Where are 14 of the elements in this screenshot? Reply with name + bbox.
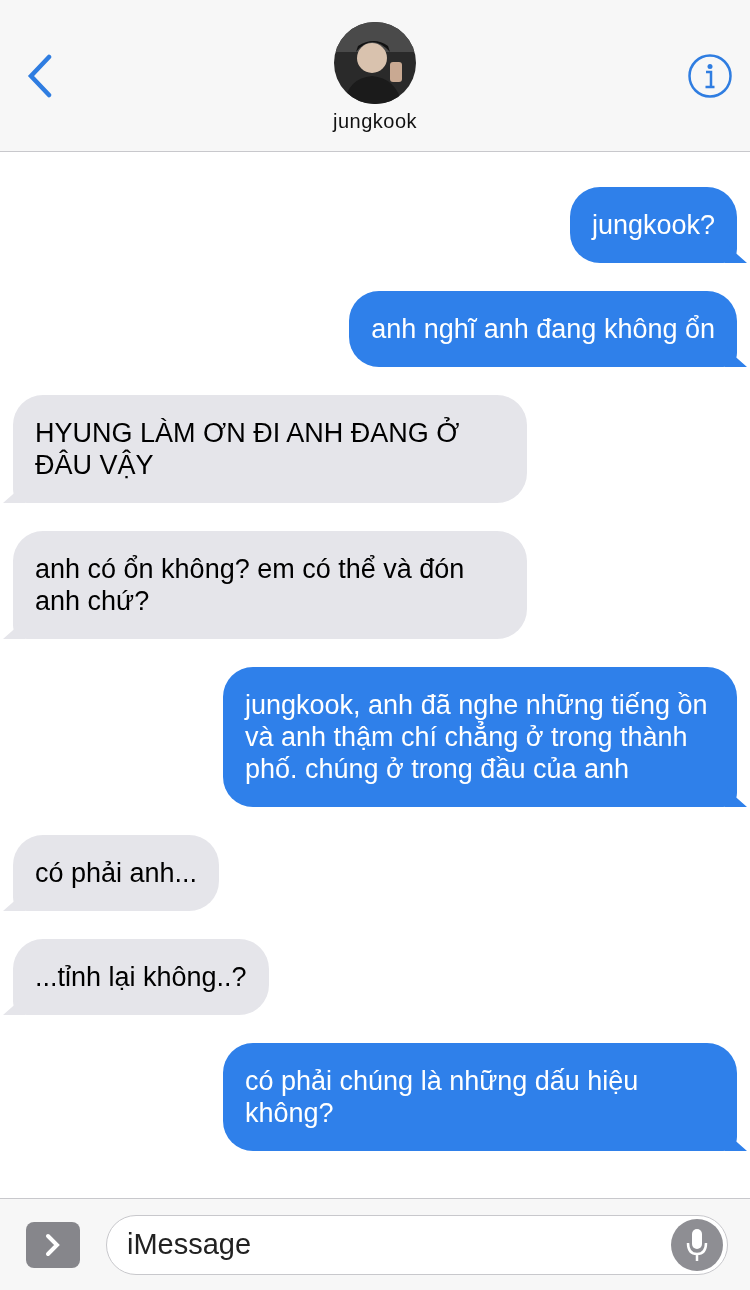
received-message: có phải anh... [3, 835, 220, 911]
sent-message: jungkook, anh đã nghe những tiếng ồn và anh thậm chí chẳng ở trong thành phố. chúng ở trong đầu của anh [223, 667, 747, 807]
back-icon [27, 53, 53, 98]
sent-message: có phải chúng là những dấu hiệu không? [223, 1043, 747, 1151]
received-message: ...tỉnh lại không..? [3, 939, 269, 1015]
message-field[interactable]: iMessage [106, 1214, 728, 1275]
sent-message: jungkook? [569, 187, 747, 263]
microphone-icon [686, 1227, 708, 1262]
received-message: anh có ổn không? em có thể và đón anh chứ? [3, 531, 527, 639]
received-message: HYUNG LÀM ƠN ĐI ANH ĐANG Ở ĐÂU VẬY [3, 395, 527, 503]
contact-name: jungkook [332, 110, 418, 133]
chevron-icon [45, 1232, 61, 1257]
sent-message: anh nghĩ anh đang không ổn [349, 291, 747, 367]
apps-button[interactable] [26, 1221, 80, 1268]
